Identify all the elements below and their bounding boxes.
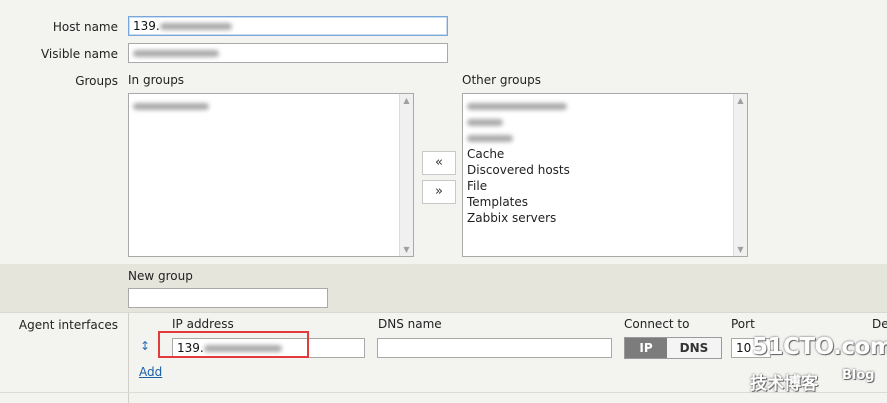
redacted-blur	[159, 23, 232, 30]
list-item[interactable]	[467, 98, 731, 114]
add-interface-link[interactable]: Add	[139, 365, 162, 379]
list-item[interactable]	[467, 114, 731, 130]
new-group-input[interactable]	[128, 288, 328, 308]
visible-name-label: Visible name	[40, 47, 118, 61]
redacted-blur	[467, 119, 503, 126]
scroll-up-icon[interactable]: ▲	[734, 94, 747, 107]
list-item[interactable]: Discovered hosts	[467, 162, 731, 178]
watermark-chinese: 技术博客	[750, 374, 818, 394]
other-groups-label: Other groups	[462, 73, 541, 87]
watermark-blog: Blog	[842, 368, 875, 383]
other-groups-scrollbar[interactable]: ▲ ▼	[733, 94, 747, 256]
other-groups-list[interactable]: Cache Discovered hosts File Templates Za…	[462, 93, 748, 257]
list-item[interactable]: Zabbix servers	[467, 210, 731, 226]
port-header: Port	[731, 317, 755, 331]
agent-interfaces-label: Agent interfaces	[18, 318, 118, 332]
groups-label: Groups	[75, 74, 118, 88]
section-divider	[0, 312, 887, 313]
redacted-blur	[467, 103, 567, 110]
list-item[interactable]: Cache	[467, 146, 731, 162]
move-right-button[interactable]: »	[422, 180, 456, 204]
list-item[interactable]	[467, 130, 731, 146]
new-group-label: New group	[128, 269, 193, 283]
in-groups-list[interactable]: ▲ ▼	[128, 93, 414, 257]
in-groups-label: In groups	[128, 73, 185, 87]
highlight-box	[158, 331, 309, 358]
host-name-value: 139.	[133, 19, 160, 33]
ip-address-header: IP address	[172, 317, 234, 331]
in-groups-scrollbar[interactable]: ▲ ▼	[399, 94, 413, 256]
list-item[interactable]: Templates	[467, 194, 731, 210]
watermark-site: 51CTO.com	[752, 334, 887, 360]
scroll-up-icon[interactable]: ▲	[400, 94, 413, 107]
connect-to-header: Connect to	[624, 317, 690, 331]
list-item[interactable]: File	[467, 178, 731, 194]
redacted-blur	[133, 103, 209, 110]
host-name-label: Host name	[52, 20, 118, 34]
scroll-down-icon[interactable]: ▼	[734, 243, 747, 256]
move-left-button[interactable]: «	[422, 151, 456, 175]
dns-name-input[interactable]	[377, 338, 612, 358]
host-form: Host name 139. Visible name Groups In gr…	[0, 0, 887, 403]
visible-name-input[interactable]	[128, 43, 448, 63]
connect-ip-button[interactable]: IP	[625, 338, 667, 358]
column-divider	[128, 313, 129, 403]
port-value: 10	[736, 341, 752, 355]
host-name-input[interactable]: 139.	[128, 16, 448, 36]
redacted-blur	[133, 50, 219, 57]
redacted-blur	[467, 135, 513, 142]
default-header: De	[872, 317, 887, 331]
connect-to-toggle[interactable]: IP DNS	[624, 337, 722, 359]
list-item[interactable]	[133, 98, 397, 114]
drag-handle-icon[interactable]: ↕	[140, 339, 150, 353]
dns-name-header: DNS name	[378, 317, 442, 331]
scroll-down-icon[interactable]: ▼	[400, 243, 413, 256]
connect-dns-button[interactable]: DNS	[667, 338, 721, 358]
